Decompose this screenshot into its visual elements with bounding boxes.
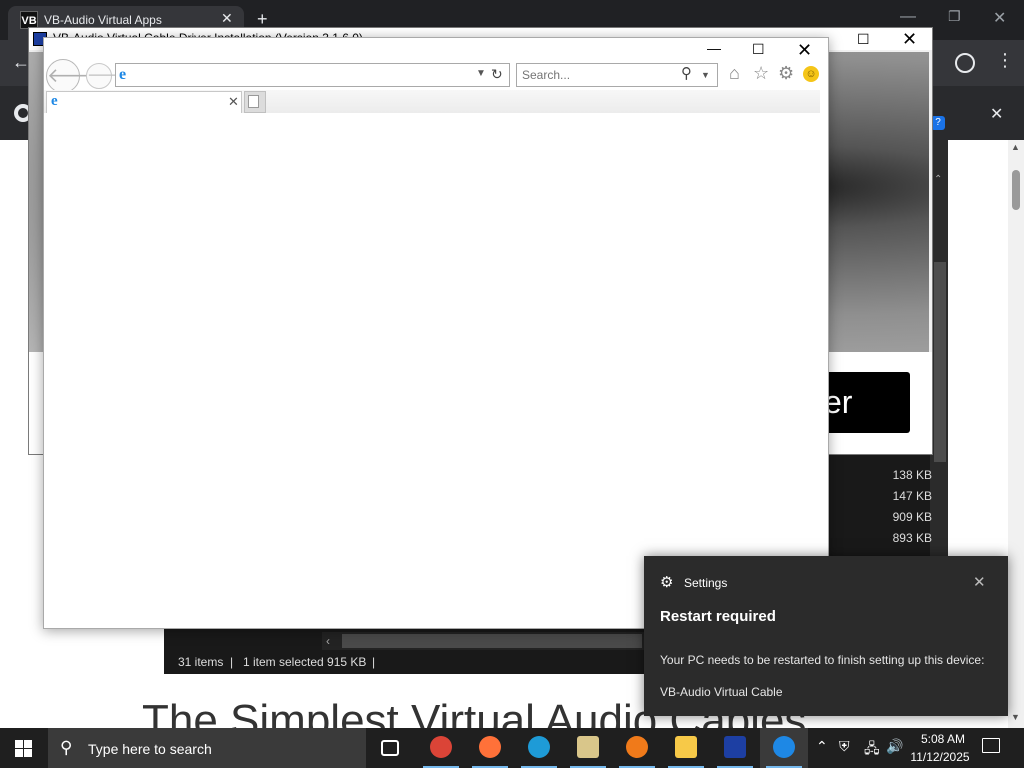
windows-logo-icon — [15, 749, 23, 757]
show-hidden-icons-chevron-icon[interactable]: ⌃ — [816, 738, 828, 755]
scroll-up-arrow-icon[interactable]: ⌃ — [934, 174, 942, 185]
firefox-icon — [479, 736, 501, 758]
ie-page-content[interactable] — [44, 114, 828, 628]
file-explorer-icon — [675, 736, 697, 758]
windows-logo-icon — [24, 740, 32, 748]
network-icon[interactable]: 🖧 — [864, 738, 880, 762]
edge-icon — [528, 736, 550, 758]
favorites-star-icon[interactable]: ☆ — [753, 63, 769, 84]
taskbar-task-view-button[interactable] — [368, 728, 416, 768]
taskbar-chrome-button[interactable] — [417, 728, 465, 768]
status-item-count: 31 items — [178, 655, 224, 669]
search-icon: ⚲ — [60, 738, 73, 757]
windows-logo-icon — [24, 749, 32, 757]
ie-maximize-button[interactable]: ☐ — [752, 41, 765, 58]
notification-title: Restart required — [660, 608, 776, 625]
installer-close-button[interactable]: ✕ — [902, 29, 917, 50]
settings-gear-icon: ⚙ — [660, 574, 674, 591]
infobar-close-button[interactable]: ✕ — [990, 104, 1003, 124]
file-size-cell: 909 KB — [892, 510, 932, 524]
maximize-button[interactable]: ❐ — [948, 8, 961, 25]
help-icon[interactable]: ? — [931, 116, 945, 130]
start-button[interactable] — [0, 728, 48, 768]
taskbar-fl-studio-button[interactable] — [613, 728, 661, 768]
chrome-icon — [430, 736, 452, 758]
status-selection: 1 item selected 915 KB — [243, 655, 367, 669]
clock-time[interactable]: 5:08 AM — [912, 732, 974, 746]
taskbar-edge-button[interactable] — [515, 728, 563, 768]
horizontal-scrollbar-thumb[interactable] — [342, 634, 642, 648]
volume-icon[interactable]: 🔊 — [886, 738, 903, 755]
ie-tab[interactable] — [46, 91, 242, 113]
taskbar-internet-explorer-button[interactable] — [760, 728, 808, 768]
setup-app-icon — [577, 736, 599, 758]
home-icon[interactable]: ⌂ — [729, 63, 740, 84]
notification-body: Your PC needs to be restarted to finish … — [660, 653, 985, 667]
notification-close-button[interactable]: ✕ — [973, 573, 986, 591]
vb-audio-installer-icon — [724, 736, 746, 758]
notification-device-name: VB-Audio Virtual Cable — [660, 685, 783, 699]
page-scrollbar[interactable] — [1008, 140, 1024, 728]
scroll-left-arrow-icon[interactable]: ‹ — [326, 634, 330, 648]
explorer-scrollbar-thumb[interactable] — [934, 262, 946, 462]
page-scrollbar-thumb[interactable] — [1012, 170, 1020, 210]
menu-icon[interactable]: ⋮ — [996, 50, 1014, 71]
chrome-tab-title: VB-Audio Virtual Apps — [44, 13, 162, 27]
internet-explorer-icon — [773, 736, 795, 758]
taskbar-firefox-button[interactable] — [466, 728, 514, 768]
tools-gear-icon[interactable]: ⚙ — [778, 63, 794, 84]
close-icon[interactable]: ✕ — [221, 10, 233, 27]
scroll-down-arrow-icon[interactable]: ▼ — [1011, 712, 1020, 722]
taskbar-search-placeholder[interactable]: Type here to search — [88, 741, 212, 757]
file-size-cell: 138 KB — [892, 468, 932, 482]
feedback-smiley-icon[interactable]: ☺ — [803, 66, 819, 82]
task-view-icon — [381, 740, 399, 756]
back-button[interactable]: 🡐 — [46, 59, 101, 93]
ie-close-button[interactable]: ✕ — [797, 40, 812, 61]
file-size-cell: 893 KB — [892, 531, 932, 545]
action-center-icon[interactable] — [982, 738, 1000, 753]
installer-maximize-button[interactable]: ☐ — [857, 31, 870, 48]
forward-button[interactable]: 🡒 — [86, 63, 127, 89]
taskbar-vb-audio-installer-button[interactable] — [711, 728, 759, 768]
refresh-icon[interactable]: ↻ — [491, 66, 503, 83]
security-shield-icon[interactable]: ⛨ — [839, 738, 850, 755]
minimize-button[interactable]: — — [900, 8, 916, 26]
search-icon[interactable]: ⚲ — [681, 64, 692, 82]
close-button[interactable]: ✕ — [993, 8, 1006, 28]
address-input[interactable] — [140, 66, 460, 84]
ie-minimize-button[interactable]: — — [707, 40, 721, 56]
file-size-cell: 147 KB — [892, 489, 932, 503]
fl-studio-icon — [626, 736, 648, 758]
address-dropdown-icon[interactable]: ▼ — [476, 68, 486, 79]
status-separator: | — [230, 655, 234, 669]
clock-date[interactable]: 11/12/2025 — [904, 750, 976, 764]
search-input[interactable] — [522, 66, 672, 84]
tab-close-icon[interactable]: ✕ — [228, 94, 239, 110]
taskbar-file-explorer-button[interactable] — [662, 728, 710, 768]
ie-page-icon: e — [119, 66, 127, 83]
taskbar-setup-app-button[interactable] — [564, 728, 612, 768]
scroll-up-arrow-icon[interactable]: ▲ — [1011, 142, 1020, 152]
search-dropdown-icon[interactable]: ▼ — [701, 70, 710, 80]
status-separator: | — [372, 655, 376, 669]
ie-tab-icon: e — [51, 93, 58, 109]
profile-icon[interactable] — [955, 53, 975, 73]
notification-app-name: Settings — [684, 576, 728, 590]
new-tab-icon — [248, 95, 259, 108]
windows-logo-icon — [15, 740, 23, 748]
